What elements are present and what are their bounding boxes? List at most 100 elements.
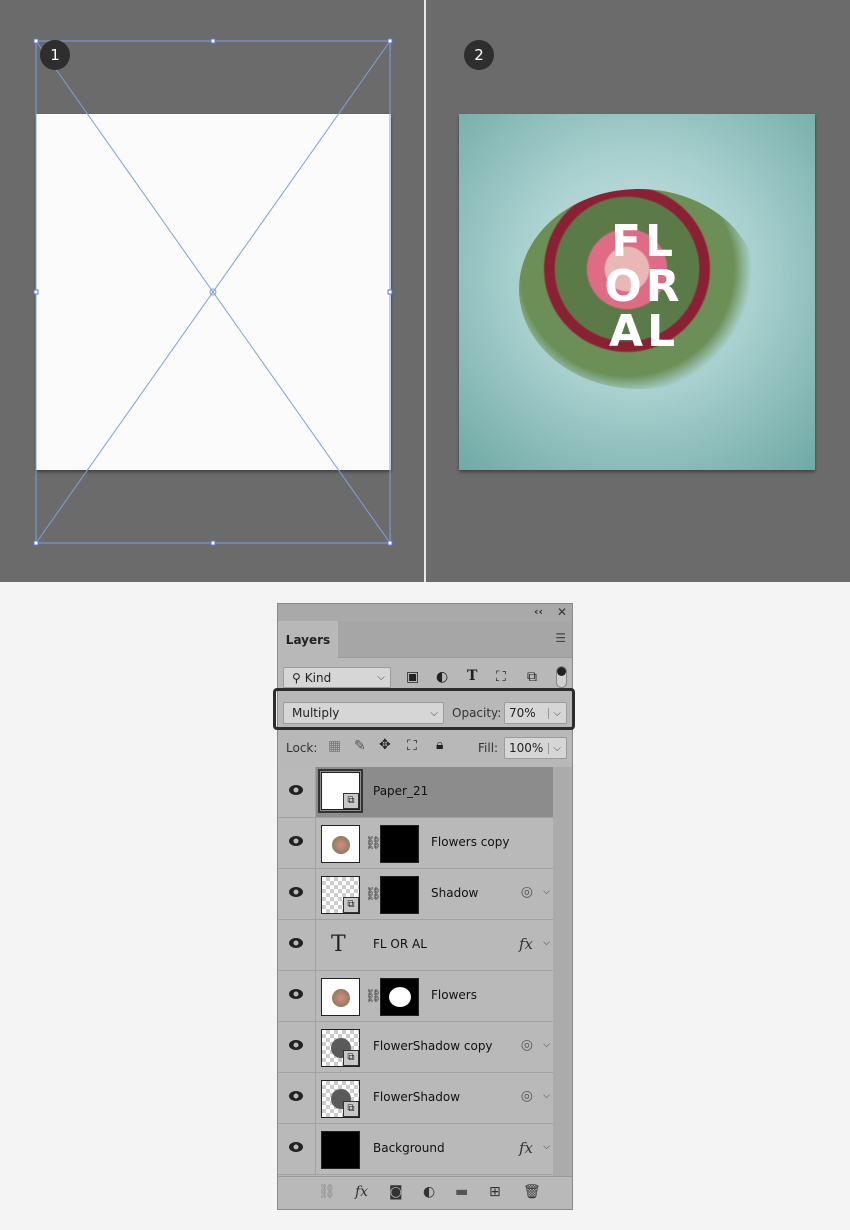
lock-artboard-icon[interactable]: ⛶ <box>407 738 417 754</box>
layer-mask-thumbnail[interactable] <box>380 978 419 1016</box>
image-filter-icon[interactable]: ▣ <box>406 669 419 685</box>
type-filter-icon[interactable]: T <box>467 668 477 684</box>
double-chevron-left-icon[interactable]: ‹‹ <box>534 605 543 618</box>
group-folder-icon[interactable]: ▬ <box>455 1184 468 1200</box>
eye-icon <box>289 1040 303 1050</box>
eye-icon <box>289 887 303 897</box>
transform-bounding-box[interactable] <box>0 0 425 582</box>
layer-name: Flowers <box>431 988 477 1002</box>
layer-name: Flowers copy <box>431 835 510 849</box>
opacity-value: 70% <box>509 706 536 720</box>
layer-row[interactable]: ⛓ Flowers copy <box>278 818 553 869</box>
fill-label: Fill: <box>478 741 499 755</box>
layer-row[interactable]: ⛓ Flowers <box>278 971 553 1022</box>
floral-text: FL OR AL <box>599 219 689 354</box>
smart-object-icon: ⧉ <box>343 1050 359 1066</box>
artwork-text-line: FL <box>610 216 678 267</box>
trash-icon[interactable]: 🗑︎ <box>523 1184 541 1200</box>
blend-if-icon[interactable]: ◎ <box>521 1088 533 1104</box>
fx-icon[interactable]: fx <box>519 1139 533 1157</box>
smart-object-filter-icon[interactable]: ⧉ <box>527 669 537 685</box>
layer-name: FL OR AL <box>373 937 427 951</box>
layer-mask-thumbnail[interactable] <box>380 876 419 914</box>
layer-name: FlowerShadow copy <box>373 1039 493 1053</box>
visibility-toggle[interactable] <box>278 869 316 919</box>
layers-scrollbar[interactable] <box>553 767 572 1177</box>
layer-name: Shadow <box>431 886 479 900</box>
visibility-toggle[interactable] <box>278 1124 316 1174</box>
fx-icon[interactable]: fx <box>519 935 533 953</box>
layer-mask-thumbnail[interactable] <box>380 825 419 863</box>
chevron-down-icon[interactable]: ⌵ <box>543 887 550 897</box>
opacity-input[interactable]: 70% ⌵ <box>504 702 567 724</box>
fill-input[interactable]: 100% ⌵ <box>504 737 567 759</box>
visibility-toggle[interactable] <box>278 1073 316 1123</box>
adjustment-layer-icon[interactable]: ◐ <box>423 1184 435 1200</box>
blend-mode-select[interactable]: Multiply ⌵ <box>283 702 444 724</box>
visibility-toggle[interactable] <box>278 818 316 868</box>
layer-row[interactable]: ⧉ FlowerShadow copy ◎ ⌵ <box>278 1022 553 1073</box>
chevron-down-icon[interactable]: ⌵ <box>548 707 561 719</box>
layer-thumbnail: ⧉ <box>321 1029 360 1067</box>
close-icon[interactable]: ✕ <box>557 605 567 619</box>
lock-transparent-icon[interactable]: ▦ <box>328 738 341 754</box>
layer-row[interactable]: Background fx ⌵ <box>278 1124 553 1175</box>
layer-row[interactable]: ⧉ FlowerShadow ◎ ⌵ <box>278 1073 553 1124</box>
panel-footer: ⛓ fx ◙ ◐ ▬ ⊞ 🗑︎ <box>278 1176 572 1209</box>
layer-thumbnail: ⧉ <box>321 876 360 914</box>
layer-row[interactable]: T FL OR AL fx ⌵ <box>278 920 553 971</box>
lock-position-icon[interactable]: ✥ <box>379 737 391 753</box>
chevron-down-icon[interactable]: ⌵ <box>548 742 561 754</box>
panel-titlebar: ‹‹ ✕ <box>278 604 572 621</box>
search-icon: ⚲ <box>292 670 301 685</box>
visibility-toggle[interactable] <box>278 767 316 817</box>
filter-kind-select[interactable]: ⚲ Kind ⌵ <box>283 667 391 688</box>
chevron-down-icon[interactable]: ⌵ <box>543 1091 550 1101</box>
lock-all-icon[interactable]: 🔒︎ <box>436 737 443 753</box>
fill-value: 100% <box>509 741 544 755</box>
layer-row[interactable]: ⧉ ⛓ Shadow ◎ ⌵ <box>278 869 553 920</box>
visibility-toggle[interactable] <box>278 971 316 1021</box>
layers-panel: ‹‹ ✕ Layers ☰ ⚲ Kind ⌵ ▣ ◐ T ⛶ ⧉ Multipl… <box>273 603 575 1210</box>
layer-name: Background <box>373 1141 445 1155</box>
lock-label: Lock: <box>286 741 318 755</box>
layer-thumbnail <box>321 1131 360 1169</box>
hamburger-icon[interactable]: ☰ <box>555 631 566 645</box>
tab-layers[interactable]: Layers <box>278 621 338 658</box>
chevron-down-icon: ⌵ <box>377 672 385 683</box>
layer-thumbnail: ⧉ <box>318 769 363 813</box>
layer-row[interactable]: ⧉ Paper_21 <box>278 767 553 818</box>
smart-object-icon: ⧉ <box>343 897 359 913</box>
eye-icon <box>289 1091 303 1101</box>
lock-pixels-icon[interactable]: ✎ <box>354 738 366 754</box>
layer-name: FlowerShadow <box>373 1090 461 1104</box>
layers-list: ⧉ Paper_21 ⛓ Flowers copy ⧉ ⛓ Shadow ◎ ⌵… <box>278 767 553 1175</box>
chevron-down-icon[interactable]: ⌵ <box>543 938 550 948</box>
visibility-toggle[interactable] <box>278 1022 316 1072</box>
filter-toggle[interactable] <box>556 666 567 688</box>
layer-thumbnail <box>321 825 360 863</box>
link-layers-icon[interactable]: ⛓ <box>318 1184 336 1200</box>
new-layer-icon[interactable]: ⊞ <box>489 1184 501 1200</box>
artwork-text-line: OR <box>604 261 684 312</box>
chevron-down-icon[interactable]: ⌵ <box>543 1040 550 1050</box>
blend-if-icon[interactable]: ◎ <box>521 1037 533 1053</box>
eye-icon <box>289 785 303 795</box>
mask-icon[interactable]: ◙ <box>389 1184 403 1200</box>
layer-name: Paper_21 <box>373 784 429 798</box>
blend-mode-value: Multiply <box>292 706 340 720</box>
opacity-label: Opacity: <box>452 706 502 720</box>
eye-icon <box>289 1142 303 1152</box>
chevron-down-icon: ⌵ <box>430 707 438 719</box>
filter-kind-value: Kind <box>304 670 332 685</box>
blend-if-icon[interactable]: ◎ <box>521 884 533 900</box>
shape-filter-icon[interactable]: ⛶ <box>496 669 506 685</box>
panel-tabbar: Layers ☰ <box>278 621 572 658</box>
fx-icon[interactable]: fx <box>355 1184 368 1200</box>
adjustment-filter-icon[interactable]: ◐ <box>436 669 448 685</box>
smart-object-icon: ⧉ <box>343 1101 359 1117</box>
canvas-area: 1 FL OR AL 2 <box>0 0 850 582</box>
chevron-down-icon[interactable]: ⌵ <box>543 1142 550 1152</box>
artwork-text-line: AL <box>608 306 680 357</box>
visibility-toggle[interactable] <box>278 920 316 970</box>
